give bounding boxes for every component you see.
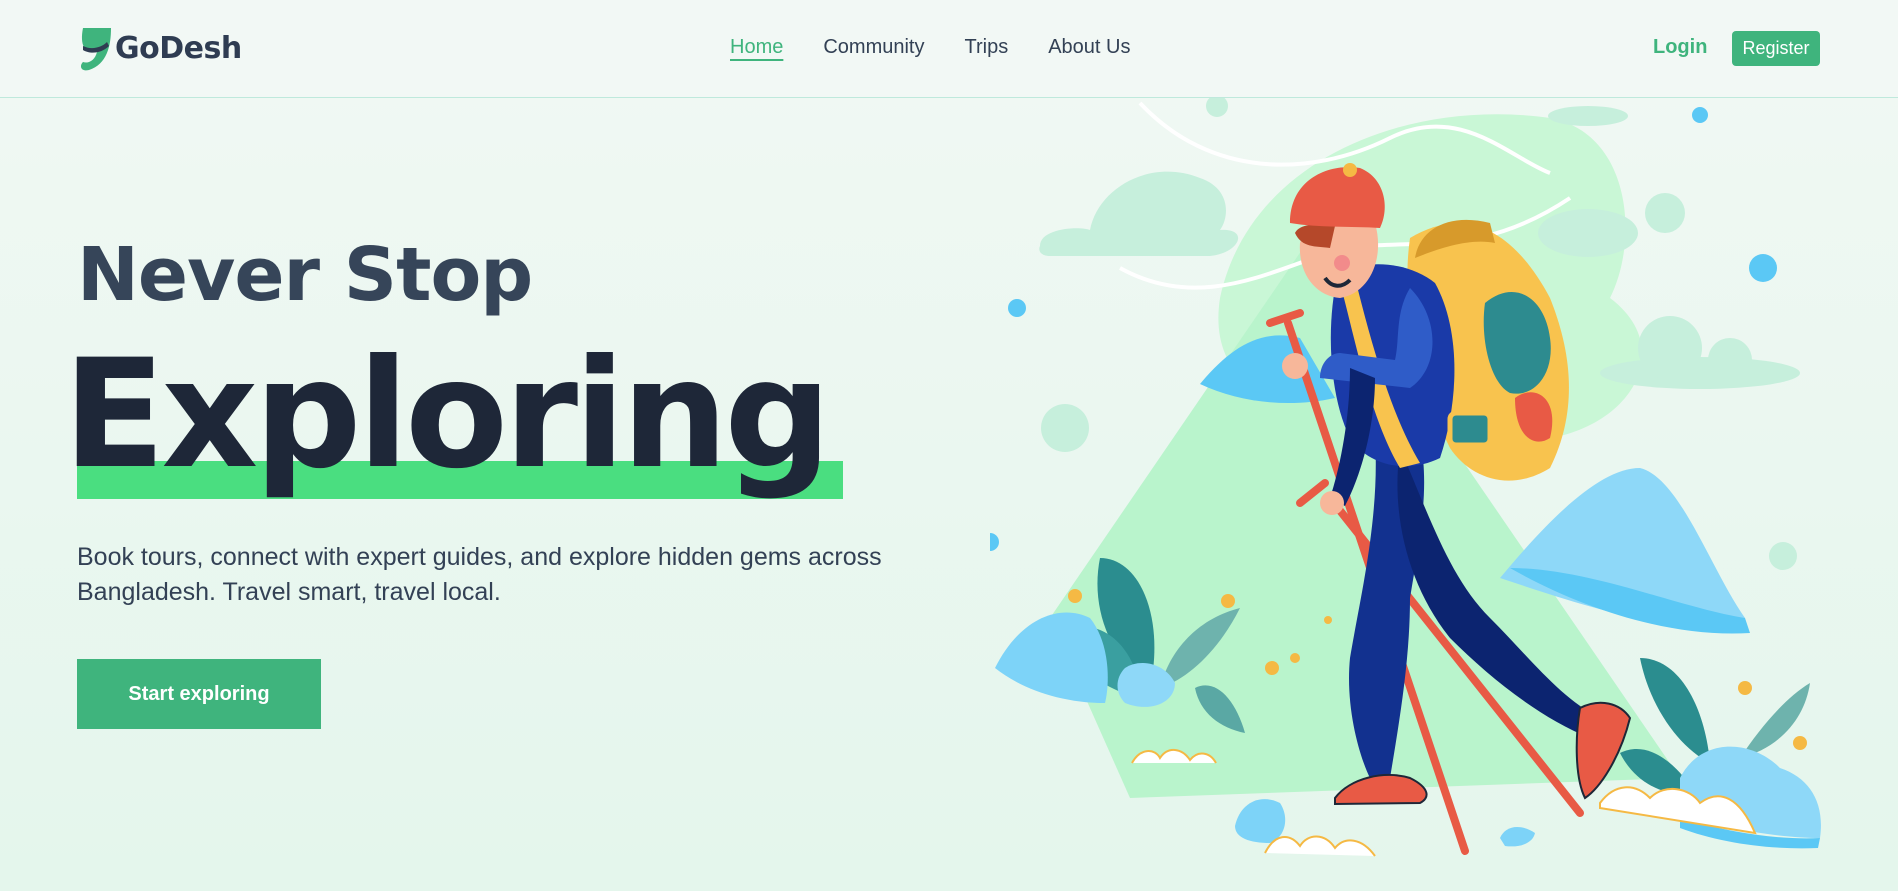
hero-title-line1: Never Stop [77, 232, 533, 318]
plant-bud [1068, 589, 1082, 603]
logo-icon [81, 28, 111, 71]
dot [1692, 107, 1708, 123]
brand-logo[interactable]: GoDesh [77, 24, 242, 72]
hiker-hand [1282, 353, 1308, 379]
nav-trips[interactable]: Trips [965, 36, 1009, 59]
main-nav: Home Community Trips About Us [730, 36, 1130, 59]
dot [1008, 299, 1026, 317]
backpack-buckle [1447, 410, 1493, 448]
cap-pom [1343, 163, 1357, 177]
cloud [1600, 357, 1800, 389]
dot [1769, 542, 1797, 570]
dot [990, 533, 999, 551]
plant-bud [1265, 661, 1279, 675]
site-header: GoDesh Home Community Trips About Us Log… [0, 0, 1898, 98]
rock [995, 612, 1108, 703]
cloud [1039, 171, 1239, 256]
register-button[interactable]: Register [1732, 31, 1820, 66]
cloud [1548, 106, 1628, 126]
dot [1645, 193, 1685, 233]
plant-bud [1738, 681, 1752, 695]
dot [1749, 254, 1777, 282]
plant-bud [1221, 594, 1235, 608]
brand-name: GoDesh [115, 30, 242, 66]
hero-title-line2: Exploring [63, 328, 832, 502]
plant-bud [1290, 653, 1300, 663]
dot [1206, 98, 1228, 117]
plant-bud [1324, 616, 1332, 624]
nav-community[interactable]: Community [823, 36, 924, 59]
hero-title-line2-wrap: Exploring [63, 340, 843, 510]
hiker-illustration [990, 98, 1821, 857]
rock [1500, 826, 1535, 847]
start-exploring-button[interactable]: Start exploring [77, 659, 321, 729]
hero-description: Book tours, connect with expert guides, … [77, 543, 882, 606]
hiker-hand [1320, 491, 1344, 515]
nav-home[interactable]: Home [730, 36, 783, 59]
nav-about-us[interactable]: About Us [1048, 36, 1130, 59]
cloud [1708, 338, 1752, 382]
plant-bud [1793, 736, 1807, 750]
cloud [1538, 209, 1638, 257]
rock [1235, 799, 1286, 843]
dot [1041, 404, 1089, 452]
grass-tuft [1264, 835, 1376, 857]
cloud [1638, 316, 1702, 380]
hiker-cheek [1334, 255, 1350, 271]
login-link[interactable]: Login [1653, 36, 1707, 59]
